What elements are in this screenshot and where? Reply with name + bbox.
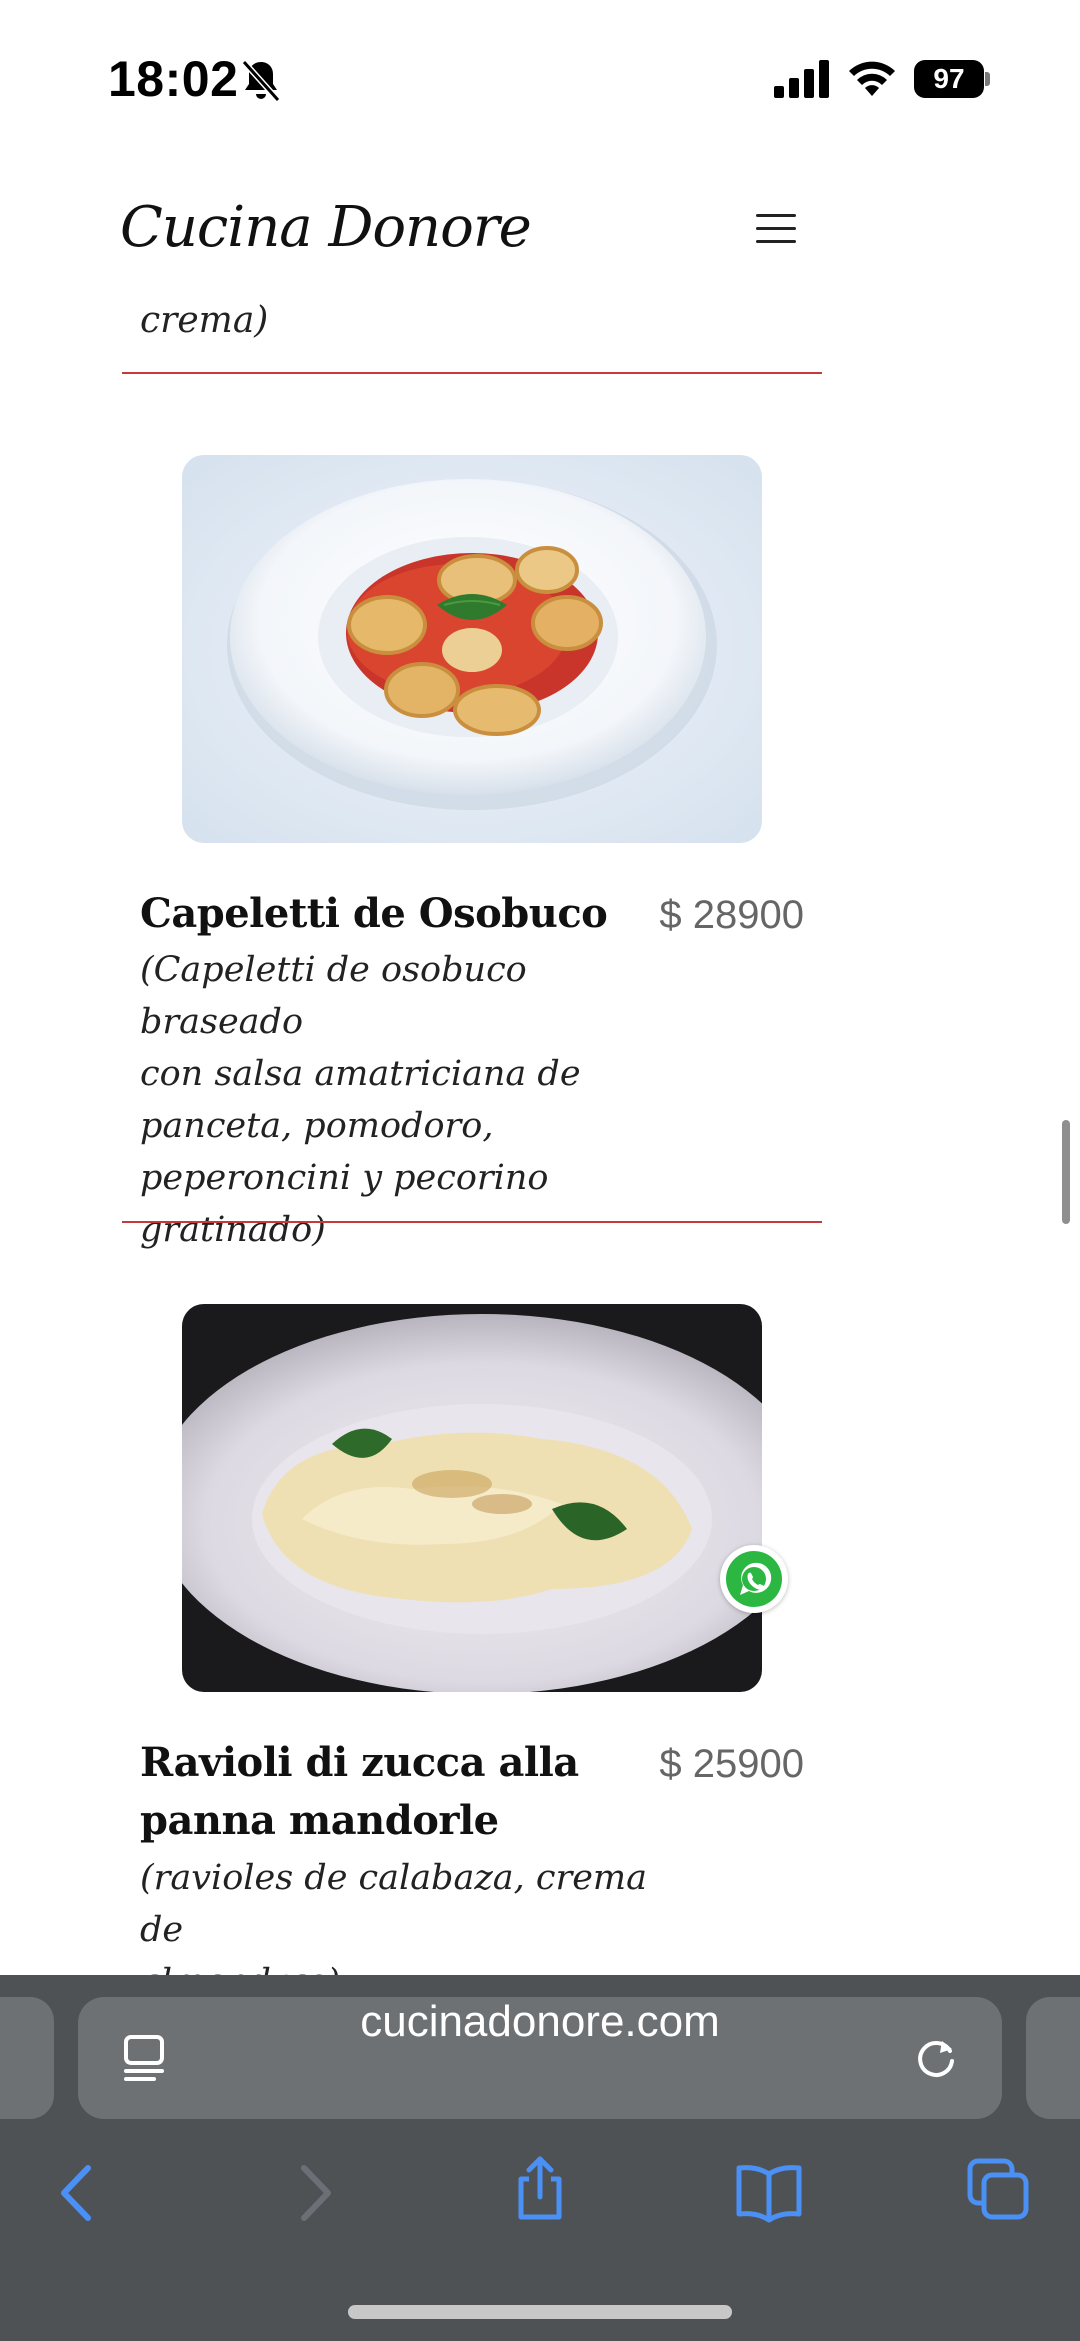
ravioli-cream-sauce-photo xyxy=(182,1304,762,1692)
dish-description-line: (Capeletti de osobuco braseado xyxy=(140,950,527,1042)
dish-name: Ravioli di zucca alla panna mandorle xyxy=(140,1734,640,1850)
dish-description-line: almendras) xyxy=(140,1956,650,1975)
dish-description-line: (ravioles de calabaza, crema de xyxy=(140,1858,647,1950)
whatsapp-icon[interactable] xyxy=(720,1545,788,1613)
bookmarks-icon[interactable] xyxy=(734,2158,804,2228)
dish-price: $ 28900 xyxy=(659,893,804,937)
dish-name-line: panna mandorle xyxy=(140,1797,499,1844)
status-time: 18:02 xyxy=(108,51,239,107)
wifi-icon xyxy=(849,61,895,96)
previous-item-description: crema) xyxy=(140,300,269,341)
browser-toolbar: cucinadonore.com xyxy=(0,1975,1080,2341)
bell-slash-icon xyxy=(241,59,281,103)
dish-description-line: gratinado) xyxy=(140,1210,326,1250)
menu-content: crema) Capeletti de Osobuco $ 28900 (Cap… xyxy=(0,290,1080,1975)
dish-description-line: con salsa amatriciana de xyxy=(140,1054,581,1094)
dish-description-line: peperoncini y pecorino xyxy=(140,1158,549,1198)
previous-tab-peek[interactable] xyxy=(0,1997,54,2119)
page-scrollbar[interactable] xyxy=(1062,1120,1070,1224)
status-bar: 18:02 97 xyxy=(0,0,1080,150)
next-tab-peek[interactable] xyxy=(1026,1997,1080,2119)
site-header: Cucina Donore xyxy=(0,150,1080,290)
dish-name-line: Ravioli di zucca alla xyxy=(140,1739,579,1786)
dish-price: $ 25900 xyxy=(659,1742,804,1786)
home-indicator[interactable] xyxy=(348,2305,732,2319)
battery-level: 97 xyxy=(914,60,984,98)
battery-icon: 97 xyxy=(914,60,990,98)
url-text[interactable]: cucinadonore.com xyxy=(78,1997,1002,2119)
share-icon[interactable] xyxy=(505,2153,575,2223)
capeletti-with-tomato-sauce-photo xyxy=(182,455,762,843)
signal-icon xyxy=(774,60,829,98)
dish-description: (Capeletti de osobuco braseado con salsa… xyxy=(140,944,650,1256)
dish-name: Capeletti de Osobuco xyxy=(140,890,608,937)
forward-icon[interactable] xyxy=(278,2158,348,2228)
site-logo[interactable]: Cucina Donore xyxy=(120,195,532,260)
item-divider xyxy=(122,372,822,374)
hamburger-menu-icon[interactable] xyxy=(750,208,806,248)
dish-description-line: panceta, pomodoro, xyxy=(140,1106,494,1146)
item-divider xyxy=(122,1221,822,1223)
back-icon[interactable] xyxy=(44,2158,114,2228)
dish-description: (ravioles de calabaza, crema de almendra… xyxy=(140,1852,650,1975)
tabs-icon[interactable] xyxy=(964,2155,1034,2225)
reload-icon[interactable] xyxy=(912,2033,962,2083)
battery-tip xyxy=(985,72,990,86)
address-bar[interactable]: cucinadonore.com xyxy=(78,1997,1002,2119)
